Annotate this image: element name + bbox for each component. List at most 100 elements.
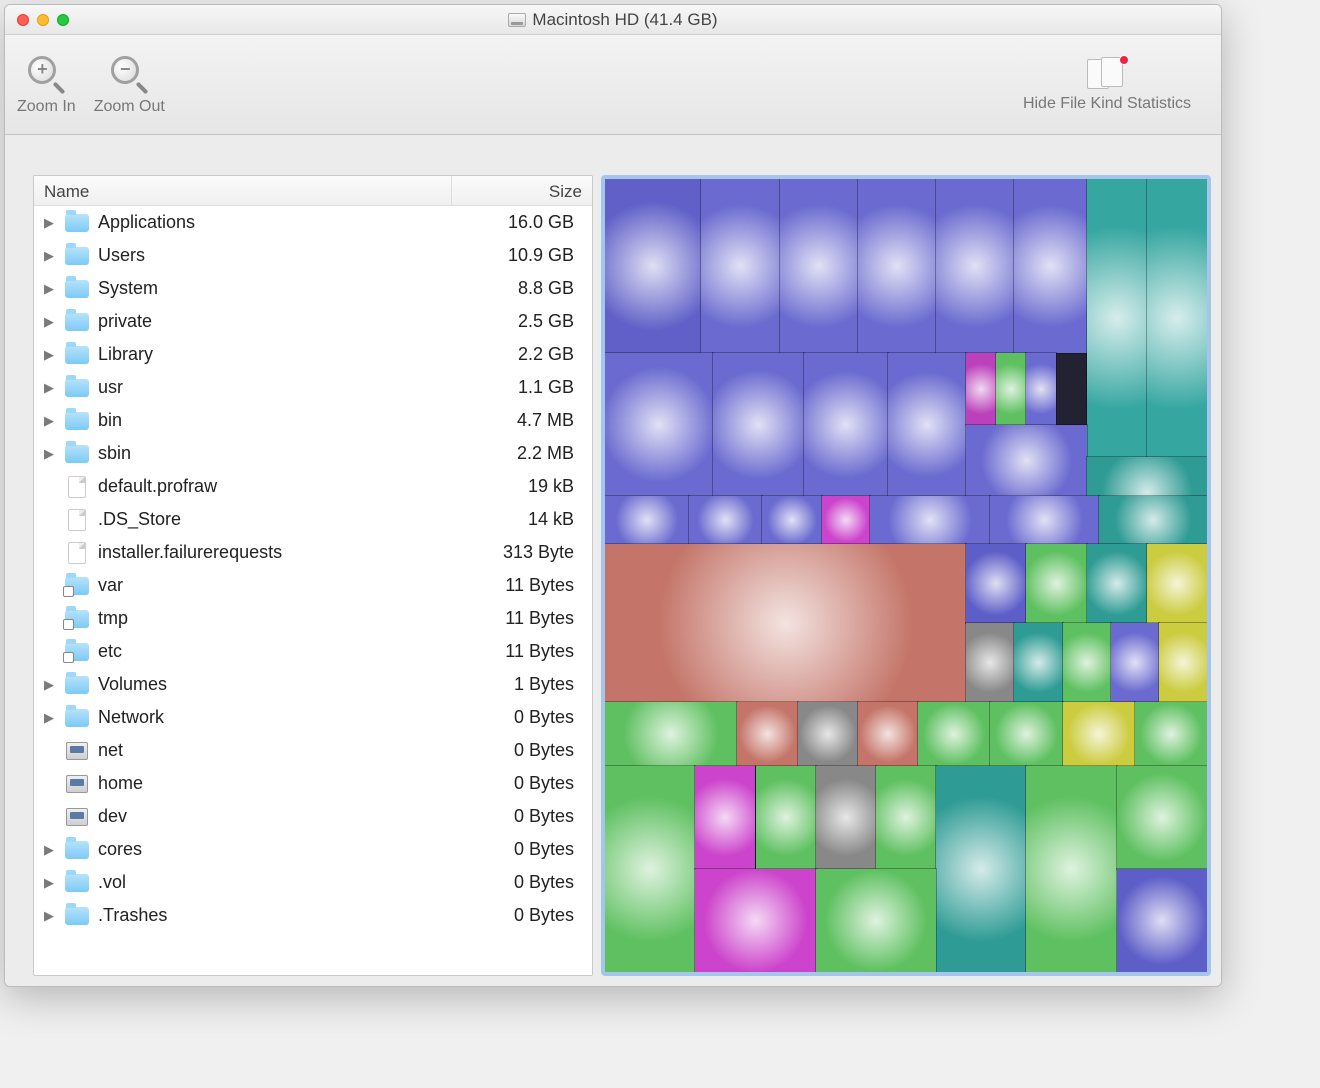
disclosure-triangle-icon[interactable]: ▶ <box>42 248 56 264</box>
treemap-region[interactable] <box>1087 544 1147 623</box>
treemap-region[interactable] <box>996 353 1026 424</box>
file-size: 2.5 GB <box>444 311 584 332</box>
treemap-region[interactable] <box>822 496 870 544</box>
table-row[interactable]: ▶Users10.9 GB <box>34 239 592 272</box>
treemap-region[interactable] <box>936 179 1014 353</box>
column-name[interactable]: Name <box>34 176 452 205</box>
table-row[interactable]: ▶Applications16.0 GB <box>34 206 592 239</box>
treemap-region[interactable] <box>876 766 936 869</box>
treemap-region[interactable] <box>1099 496 1207 544</box>
treemap-region[interactable] <box>605 353 713 496</box>
treemap-region[interactable] <box>1014 179 1086 353</box>
hide-stats-button[interactable]: Hide File Kind Statistics <box>1023 57 1191 113</box>
zoom-out-button[interactable]: − Zoom Out <box>94 54 165 116</box>
table-row[interactable]: ▶usr1.1 GB <box>34 371 592 404</box>
treemap-view[interactable] <box>601 175 1211 976</box>
table-row[interactable]: default.profraw19 kB <box>34 470 592 503</box>
treemap-region[interactable] <box>990 496 1098 544</box>
treemap-region[interactable] <box>1159 623 1207 702</box>
table-row[interactable]: ▶sbin2.2 MB <box>34 437 592 470</box>
treemap-region[interactable] <box>605 179 701 353</box>
table-row[interactable]: .DS_Store14 kB <box>34 503 592 536</box>
table-row[interactable]: ▶.vol0 Bytes <box>34 866 592 899</box>
table-row[interactable]: dev0 Bytes <box>34 800 592 833</box>
disclosure-triangle-icon[interactable]: ▶ <box>42 314 56 330</box>
table-row[interactable]: net0 Bytes <box>34 734 592 767</box>
disclosure-triangle-icon[interactable]: ▶ <box>42 908 56 924</box>
disclosure-triangle-icon[interactable]: ▶ <box>42 380 56 396</box>
disclosure-triangle-icon[interactable]: ▶ <box>42 875 56 891</box>
treemap-region[interactable] <box>1111 623 1159 702</box>
table-row[interactable]: ▶Library2.2 GB <box>34 338 592 371</box>
table-row[interactable]: etc11 Bytes <box>34 635 592 668</box>
treemap-region[interactable] <box>701 179 779 353</box>
table-row[interactable]: ▶System8.8 GB <box>34 272 592 305</box>
table-row[interactable]: ▶private2.5 GB <box>34 305 592 338</box>
treemap-region[interactable] <box>689 496 761 544</box>
file-rows[interactable]: ▶Applications16.0 GB▶Users10.9 GB▶System… <box>34 206 592 975</box>
treemap-region[interactable] <box>966 353 996 424</box>
column-size[interactable]: Size <box>452 176 592 205</box>
treemap-region[interactable] <box>918 702 990 765</box>
treemap-region[interactable] <box>1117 766 1207 869</box>
treemap-region[interactable] <box>936 766 1026 972</box>
treemap-region[interactable] <box>695 766 755 869</box>
treemap-region[interactable] <box>756 766 816 869</box>
table-row[interactable]: var11 Bytes <box>34 569 592 602</box>
file-name: bin <box>98 410 444 431</box>
treemap-region[interactable] <box>858 702 918 765</box>
zoom-in-button[interactable]: + Zoom In <box>17 54 76 116</box>
treemap-region[interactable] <box>870 496 990 544</box>
folder-alias-icon <box>64 609 90 629</box>
treemap-region[interactable] <box>605 496 689 544</box>
disclosure-triangle-icon[interactable]: ▶ <box>42 710 56 726</box>
treemap-region[interactable] <box>1014 623 1062 702</box>
treemap-region[interactable] <box>1147 179 1207 457</box>
treemap-region[interactable] <box>888 353 966 496</box>
disclosure-triangle-icon[interactable]: ▶ <box>42 281 56 297</box>
treemap-region[interactable] <box>605 702 737 765</box>
disclosure-triangle-icon[interactable]: ▶ <box>42 677 56 693</box>
treemap-region[interactable] <box>762 496 822 544</box>
table-row[interactable]: installer.failurerequests313 Byte <box>34 536 592 569</box>
treemap-region[interactable] <box>1135 702 1207 765</box>
table-row[interactable]: ▶bin4.7 MB <box>34 404 592 437</box>
treemap-region[interactable] <box>966 544 1026 623</box>
treemap-region[interactable] <box>966 623 1014 702</box>
treemap-region[interactable] <box>966 425 1086 496</box>
table-row[interactable]: ▶.Trashes0 Bytes <box>34 899 592 932</box>
table-row[interactable]: ▶Network0 Bytes <box>34 701 592 734</box>
treemap-region[interactable] <box>1087 179 1147 457</box>
treemap-region[interactable] <box>1117 869 1207 972</box>
table-row[interactable]: ▶Volumes1 Bytes <box>34 668 592 701</box>
treemap-region[interactable] <box>713 353 803 496</box>
table-row[interactable]: ▶cores0 Bytes <box>34 833 592 866</box>
disclosure-triangle-icon[interactable]: ▶ <box>42 215 56 231</box>
treemap-region[interactable] <box>858 179 936 353</box>
disclosure-triangle-icon[interactable]: ▶ <box>42 347 56 363</box>
minimize-button[interactable] <box>37 14 49 26</box>
treemap-region[interactable] <box>1026 544 1086 623</box>
disclosure-triangle-icon[interactable]: ▶ <box>42 842 56 858</box>
treemap-region[interactable] <box>780 179 858 353</box>
treemap-region[interactable] <box>605 766 695 972</box>
treemap-region[interactable] <box>1026 353 1056 424</box>
treemap-region[interactable] <box>816 869 936 972</box>
treemap-region[interactable] <box>804 353 888 496</box>
disclosure-triangle-icon[interactable]: ▶ <box>42 413 56 429</box>
zoom-button[interactable] <box>57 14 69 26</box>
disclosure-triangle-icon[interactable]: ▶ <box>42 446 56 462</box>
table-row[interactable]: home0 Bytes <box>34 767 592 800</box>
treemap-region[interactable] <box>695 869 815 972</box>
table-row[interactable]: tmp11 Bytes <box>34 602 592 635</box>
treemap-region[interactable] <box>816 766 876 869</box>
treemap-region[interactable] <box>798 702 858 765</box>
treemap-region[interactable] <box>990 702 1062 765</box>
treemap-region[interactable] <box>1147 544 1207 623</box>
close-button[interactable] <box>17 14 29 26</box>
treemap-region[interactable] <box>1026 766 1116 972</box>
treemap-region[interactable] <box>737 702 797 765</box>
treemap-region[interactable] <box>1063 623 1111 702</box>
treemap-region[interactable] <box>605 544 966 703</box>
treemap-region[interactable] <box>1063 702 1135 765</box>
